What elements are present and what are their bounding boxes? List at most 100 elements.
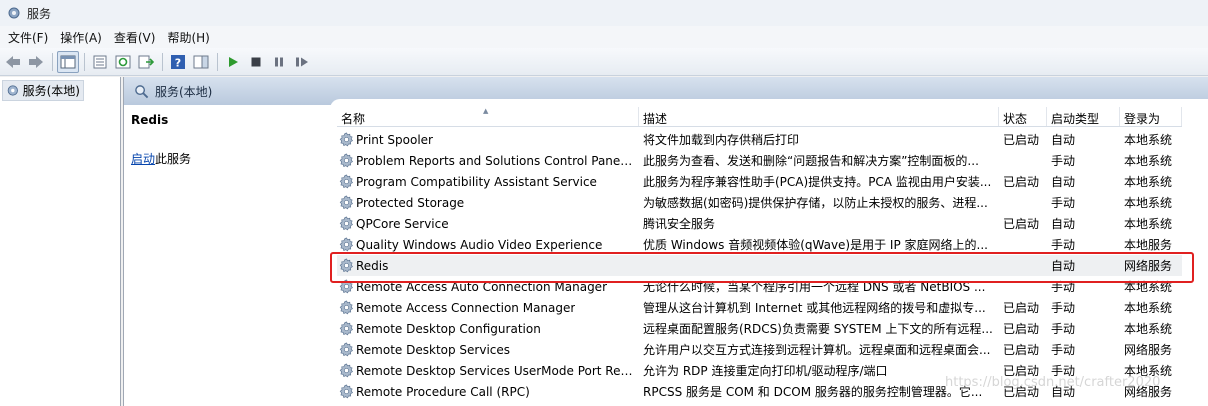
properties-button[interactable]	[89, 51, 111, 73]
back-arrow-icon	[6, 55, 20, 68]
service-status: 已启动	[1003, 217, 1040, 231]
stop-service-button[interactable]	[245, 51, 267, 73]
service-description: 将文件加载到内存供稍后打印	[643, 133, 800, 147]
service-name-cell: Program Compatibility Assistant Service	[337, 174, 639, 189]
services-gear-icon	[8, 7, 20, 19]
menu-bar: 文件(F) 操作(A) 查看(V) 帮助(H)	[0, 26, 1208, 48]
service-gear-icon	[339, 300, 353, 315]
help-button[interactable]: ?	[167, 51, 189, 73]
service-startup-type: 自动	[1051, 175, 1076, 189]
console-tree: 服务(本地)	[0, 77, 121, 406]
service-description: 为敏感数据(如密码)提供保护存储，以防止未授权的服务、进程...	[643, 196, 988, 210]
menu-help[interactable]: 帮助(H)	[161, 27, 215, 48]
column-header-startup-type[interactable]: 启动类型	[1047, 107, 1120, 126]
svg-text:?: ?	[175, 56, 181, 69]
service-status: 已启动	[1003, 175, 1040, 189]
column-header-row: 名称 ▲ 描述 状态 启动类型 登录为	[337, 107, 1182, 127]
service-row[interactable]: Remote Access Connection Manager 管理从这台计算机…	[337, 297, 1182, 318]
service-startup-type: 手动	[1051, 238, 1076, 252]
service-startup-type: 手动	[1051, 301, 1076, 315]
service-startup-type: 自动	[1051, 217, 1076, 231]
toolbar-separator	[217, 52, 218, 71]
export-list-button[interactable]	[135, 51, 157, 73]
service-name: Remote Procedure Call (RPC)	[356, 384, 530, 399]
forward-arrow-icon	[29, 55, 43, 68]
start-service-button[interactable]	[222, 51, 244, 73]
tree-node-services-local[interactable]: 服务(本地)	[2, 80, 84, 101]
show-pane-button[interactable]	[190, 51, 212, 73]
service-description: 此服务为查看、发送和删除“问题报告和解决方案”控制面板的...	[643, 154, 979, 168]
column-header-name[interactable]: 名称 ▲	[337, 107, 639, 126]
column-header-name-label: 名称	[341, 112, 366, 126]
service-gear-icon	[339, 132, 353, 147]
service-detail-panel: Redis 启动此服务	[124, 105, 330, 406]
refresh-icon	[115, 55, 131, 68]
restart-service-button[interactable]	[291, 51, 313, 73]
service-name: Remote Desktop Services UserMode Port Re…	[356, 363, 635, 378]
help-icon: ?	[171, 54, 185, 69]
service-name-cell: Quality Windows Audio Video Experience	[337, 237, 639, 252]
service-logon-as: 本地系统	[1124, 154, 1173, 168]
column-header-description[interactable]: 描述	[639, 107, 999, 126]
column-header-status[interactable]: 状态	[999, 107, 1047, 126]
service-name: Quality Windows Audio Video Experience	[356, 237, 603, 252]
service-description: 优质 Windows 音频视频体验(qWave)是用于 IP 家庭网络上的...	[643, 238, 988, 252]
service-description: 允许用户以交互方式连接到远程计算机。远程桌面和远程桌面会...	[643, 343, 991, 357]
service-description: 管理从这台计算机到 Internet 或其他远程网络的拨号和虚拟专...	[643, 301, 986, 315]
show-tree-button[interactable]	[57, 50, 79, 73]
service-status: 已启动	[1003, 343, 1040, 357]
service-logon-as: 本地系统	[1124, 175, 1173, 189]
service-row[interactable]: Protected Storage 为敏感数据(如密码)提供保护存储，以防止未授权…	[337, 192, 1182, 213]
service-startup-type: 手动	[1051, 343, 1076, 357]
service-row[interactable]: Problem Reports and Solutions Control Pa…	[337, 150, 1182, 171]
service-gear-icon	[339, 216, 353, 231]
service-name: Remote Access Connection Manager	[356, 300, 576, 315]
service-name: Program Compatibility Assistant Service	[356, 174, 597, 189]
menu-view[interactable]: 查看(V)	[108, 27, 162, 48]
service-gear-icon	[339, 174, 353, 189]
back-button[interactable]	[2, 51, 24, 73]
services-gear-icon	[7, 85, 18, 96]
service-startup-type: 自动	[1051, 133, 1076, 147]
sort-ascending-icon: ▲	[483, 107, 489, 115]
export-list-icon	[138, 55, 154, 68]
service-name-cell: Remote Procedure Call (RPC)	[337, 384, 639, 399]
menu-file[interactable]: 文件(F)	[2, 27, 54, 48]
service-name: Remote Desktop Services	[356, 342, 511, 357]
service-name-cell: Remote Access Connection Manager	[337, 300, 639, 315]
service-gear-icon	[339, 153, 353, 168]
service-logon-as: 本地系统	[1124, 196, 1173, 210]
service-logon-as: 本地系统	[1124, 217, 1173, 231]
start-service-link[interactable]: 启动	[131, 152, 155, 166]
service-name-cell: Problem Reports and Solutions Control Pa…	[337, 153, 639, 168]
service-name-cell: Protected Storage	[337, 195, 639, 210]
toolbar: ?	[0, 48, 1208, 76]
service-gear-icon	[339, 384, 353, 399]
show-pane-icon	[193, 55, 209, 68]
service-description: 腾讯安全服务	[643, 217, 716, 231]
service-status: 已启动	[1003, 301, 1040, 315]
service-gear-icon	[339, 321, 353, 336]
service-row[interactable]: QPCore Service 腾讯安全服务 已启动 自动 本地系统	[337, 213, 1182, 234]
service-name-cell: Remote Desktop Services UserMode Port Re…	[337, 363, 639, 378]
service-row[interactable]: Remote Desktop Services 允许用户以交互方式连接到远程计算机…	[337, 339, 1182, 360]
start-service-icon	[229, 56, 238, 67]
title-bar: 服务	[0, 0, 1208, 26]
pause-service-button[interactable]	[268, 51, 290, 73]
service-gear-icon	[339, 342, 353, 357]
service-row[interactable]: Print Spooler 将文件加载到内存供稍后打印 已启动 自动 本地系统	[337, 129, 1182, 150]
service-name-cell: Print Spooler	[337, 132, 639, 147]
column-header-logon-as[interactable]: 登录为	[1120, 107, 1182, 126]
service-row[interactable]: Program Compatibility Assistant Service 此…	[337, 171, 1182, 192]
service-gear-icon	[339, 237, 353, 252]
services-pane: 服务(本地) Redis 启动此服务 名称 ▲ 描述 状态 启动类型 登录为 P…	[123, 77, 1208, 406]
forward-button[interactable]	[25, 51, 47, 73]
service-startup-type: 手动	[1051, 196, 1076, 210]
stop-service-icon	[251, 57, 261, 66]
refresh-button[interactable]	[112, 51, 134, 73]
service-logon-as: 本地系统	[1124, 133, 1173, 147]
menu-action[interactable]: 操作(A)	[54, 27, 108, 48]
service-name-cell: QPCore Service	[337, 216, 639, 231]
service-name: Print Spooler	[356, 132, 433, 147]
service-row[interactable]: Remote Desktop Configuration 远程桌面配置服务(RDC…	[337, 318, 1182, 339]
